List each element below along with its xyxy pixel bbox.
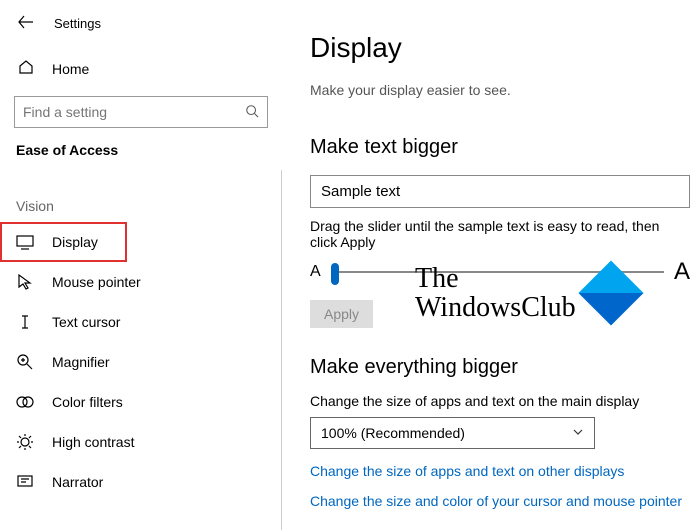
sidebar-item-label: Mouse pointer	[52, 274, 141, 290]
search-input[interactable]	[23, 104, 245, 120]
make-everything-bigger-heading: Make everything bigger	[310, 356, 690, 379]
slider-track[interactable]	[331, 271, 664, 273]
section-title: Ease of Access	[0, 142, 282, 170]
group-label: Vision	[0, 170, 282, 222]
sidebar-item-magnifier[interactable]: Magnifier	[0, 342, 282, 382]
sidebar-item-mouse-pointer[interactable]: Mouse pointer	[0, 262, 282, 302]
display-icon	[16, 233, 34, 251]
app-title: Settings	[54, 16, 101, 31]
sidebar-item-label: Magnifier	[52, 354, 110, 370]
scale-value: 100% (Recommended)	[321, 425, 465, 441]
home-icon	[18, 59, 34, 78]
magnifier-icon	[16, 353, 34, 371]
color-filters-icon	[16, 393, 34, 411]
text-cursor-icon	[16, 313, 34, 331]
page-title: Display	[310, 32, 690, 64]
sidebar-item-label: Text cursor	[52, 314, 120, 330]
high-contrast-icon	[16, 433, 34, 451]
sidebar-item-label: Color filters	[52, 394, 123, 410]
sidebar-item-label: High contrast	[52, 434, 134, 450]
sidebar-item-label: Narrator	[52, 474, 103, 490]
scale-select[interactable]: 100% (Recommended)	[310, 417, 595, 449]
chevron-down-icon	[572, 425, 584, 441]
slider-max-label: A	[674, 258, 690, 286]
search-icon	[245, 104, 259, 121]
sidebar-item-color-filters[interactable]: Color filters	[0, 382, 282, 422]
link-other-displays[interactable]: Change the size of apps and text on othe…	[310, 463, 690, 479]
sidebar-item-high-contrast[interactable]: High contrast	[0, 422, 282, 462]
page-subtitle: Make your display easier to see.	[310, 82, 690, 98]
sidebar-item-text-cursor[interactable]: Text cursor	[0, 302, 282, 342]
slider-min-label: A	[310, 263, 321, 281]
back-icon[interactable]	[18, 14, 34, 33]
mouse-pointer-icon	[16, 273, 34, 291]
search-box[interactable]	[14, 96, 268, 128]
scale-description: Change the size of apps and text on the …	[310, 393, 690, 409]
sidebar-item-label: Display	[52, 234, 98, 250]
home-label: Home	[52, 61, 89, 77]
text-size-slider[interactable]: A A	[310, 258, 690, 286]
link-cursor-pointer[interactable]: Change the size and color of your cursor…	[310, 493, 690, 509]
slider-thumb[interactable]	[331, 263, 339, 285]
narrator-icon	[16, 473, 34, 491]
slider-instruction: Drag the slider until the sample text is…	[310, 218, 690, 250]
sidebar-item-narrator[interactable]: Narrator	[0, 462, 282, 502]
sidebar-item-display[interactable]: Display	[0, 222, 127, 262]
home-link[interactable]: Home	[0, 49, 282, 88]
sample-text-box: Sample text	[310, 175, 690, 208]
make-text-bigger-heading: Make text bigger	[310, 136, 690, 159]
apply-button[interactable]: Apply	[310, 300, 373, 328]
